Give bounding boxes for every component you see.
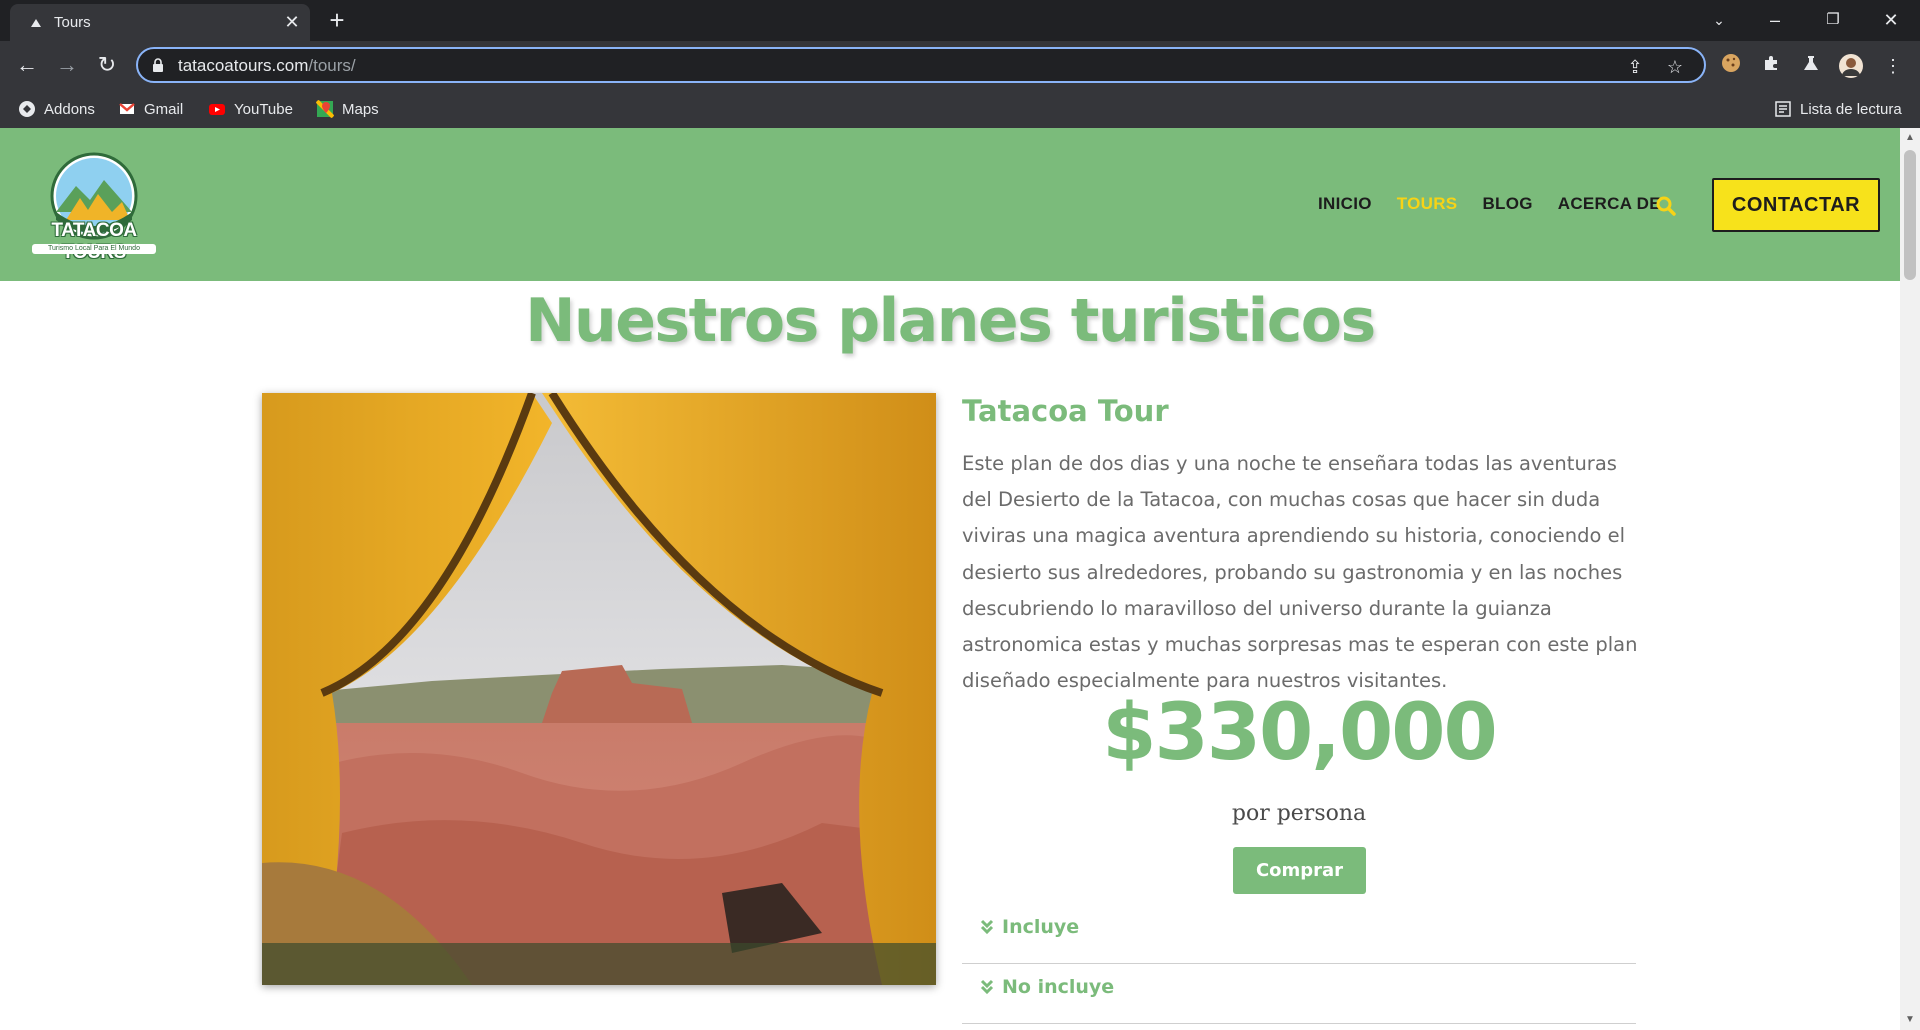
bookmark-label: YouTube — [234, 100, 293, 118]
lock-icon — [153, 58, 163, 72]
accordion-no-incluye[interactable]: No incluye — [962, 964, 1636, 1024]
bookmarks-bar: Addons Gmail YouTube Maps Lista de lectu… — [0, 90, 1920, 128]
site-logo[interactable]: TATACOA TOURS Turismo Local Para El Mund… — [18, 150, 170, 263]
tour-name: Tatacoa Tour — [962, 394, 1169, 428]
gmail-icon — [119, 103, 135, 114]
restore-icon[interactable]: ❐ — [1818, 6, 1848, 34]
page-title: Nuestros planes turisticos — [525, 286, 1376, 356]
bookmark-youtube[interactable]: YouTube — [208, 98, 293, 120]
price-unit: por persona — [1231, 801, 1367, 826]
share-icon[interactable]: ⇪ — [1624, 56, 1646, 78]
buy-button[interactable]: Comprar — [1233, 847, 1366, 894]
page-scrollbar[interactable]: ▲ ▼ — [1900, 128, 1920, 1030]
accordion-label: Incluye — [1002, 916, 1080, 938]
accordion-incluye[interactable]: Incluye — [962, 904, 1636, 964]
double-chevron-down-icon — [980, 979, 994, 995]
back-icon[interactable]: ← — [14, 53, 40, 79]
browser-toolbar: ← → ↻ tatacoatours.com/tours/ ⇪ ☆ ⋮ — [0, 41, 1920, 90]
logo-text: TATACOA TOURS — [51, 220, 137, 263]
profile-avatar[interactable] — [1838, 53, 1864, 79]
scrollbar-thumb[interactable] — [1904, 150, 1916, 280]
contact-button[interactable]: CONTACTAR — [1712, 178, 1880, 232]
tab-strip: Tours ✕ + ⌄ – ❐ ✕ — [0, 0, 1920, 41]
reading-list-label: Lista de lectura — [1800, 100, 1902, 118]
nav-tours[interactable]: TOURS — [1397, 194, 1458, 214]
tent-favicon-icon — [31, 19, 41, 27]
browser-chrome: Tours ✕ + ⌄ – ❐ ✕ ← → ↻ tatacoatours.com… — [0, 0, 1920, 128]
labs-flask-icon[interactable] — [1798, 53, 1824, 79]
tour-photo — [262, 393, 936, 985]
search-icon[interactable] — [1656, 196, 1676, 216]
minimize-icon[interactable]: – — [1760, 6, 1790, 34]
reading-list[interactable]: Lista de lectura — [1774, 98, 1902, 120]
close-tab-icon[interactable]: ✕ — [282, 12, 302, 32]
tour-price: $330,000 — [1102, 688, 1498, 778]
nav-acerca-de[interactable]: ACERCA DE — [1558, 194, 1661, 214]
new-tab-icon[interactable]: + — [324, 7, 350, 34]
site-header: TATACOA TOURS Turismo Local Para El Mund… — [0, 128, 1900, 281]
bookmark-label: Maps — [342, 100, 379, 118]
accordion-label: No incluye — [1002, 976, 1115, 998]
bookmark-label: Addons — [44, 100, 95, 118]
browser-menu-icon[interactable]: ⋮ — [1880, 53, 1906, 79]
logo-tagline: Turismo Local Para El Mundo — [32, 244, 156, 254]
bookmark-gmail[interactable]: Gmail — [118, 98, 183, 120]
tab-title: Tours — [54, 14, 91, 31]
window-close-icon[interactable]: ✕ — [1876, 6, 1906, 34]
accordion-header[interactable]: No incluye — [980, 976, 1114, 998]
nav-blog[interactable]: BLOG — [1482, 194, 1532, 214]
cookie-extension-icon[interactable] — [1718, 53, 1744, 79]
browser-tab[interactable]: Tours ✕ — [10, 4, 310, 41]
scroll-down-icon[interactable]: ▼ — [1904, 1014, 1916, 1026]
reload-icon[interactable]: ↻ — [94, 53, 120, 79]
bookmark-label: Gmail — [144, 100, 184, 118]
reading-list-icon — [1775, 101, 1791, 117]
bookmark-addons[interactable]: Addons — [18, 98, 95, 120]
scroll-up-icon[interactable]: ▲ — [1904, 132, 1916, 144]
accordion-header[interactable]: Incluye — [980, 916, 1079, 938]
forward-icon[interactable]: → — [54, 53, 80, 79]
extensions-puzzle-icon[interactable] — [1758, 53, 1784, 79]
tour-description: Este plan de dos dias y una noche te ens… — [962, 452, 1638, 693]
url-text: tatacoatours.com/tours/ — [178, 56, 356, 75]
bookmark-star-icon[interactable]: ☆ — [1664, 56, 1686, 78]
maps-icon — [316, 100, 334, 118]
bookmark-maps[interactable]: Maps — [316, 98, 379, 120]
double-chevron-down-icon — [980, 919, 994, 935]
address-bar[interactable]: tatacoatours.com/tours/ ⇪ ☆ — [136, 47, 1706, 83]
addons-icon — [19, 101, 35, 117]
web-page: TATACOA TOURS Turismo Local Para El Mund… — [0, 128, 1900, 1030]
nav-inicio[interactable]: INICIO — [1318, 194, 1372, 214]
youtube-icon — [209, 104, 225, 115]
main-nav: INICIO TOURS BLOG ACERCA DE — [1318, 194, 1661, 214]
tab-search-icon[interactable]: ⌄ — [1704, 6, 1734, 34]
